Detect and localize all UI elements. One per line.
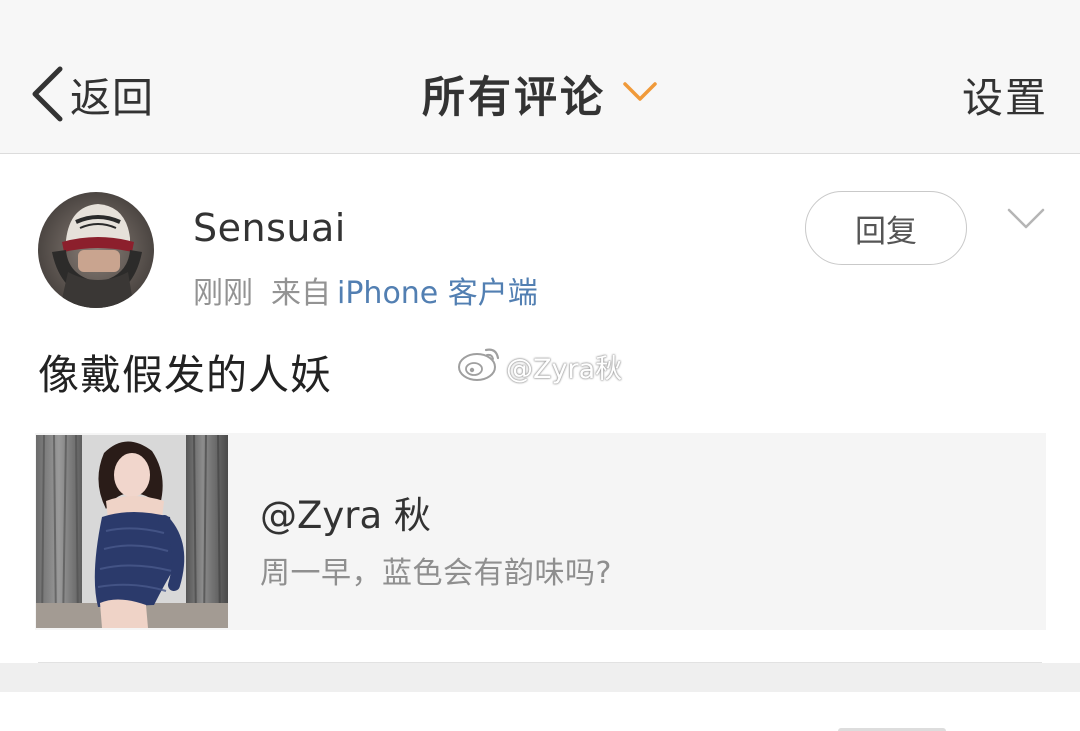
- top-navigation-bar: 返回 所有评论 设置: [0, 0, 1080, 154]
- chevron-down-icon: [622, 81, 658, 107]
- comment-meta: 刚刚 来自 iPhone 客户端: [193, 268, 538, 312]
- settings-button[interactable]: 设置: [962, 62, 1048, 126]
- chevron-down-icon: [1006, 208, 1046, 236]
- more-options-button[interactable]: [1006, 206, 1046, 232]
- section-separator: [0, 663, 1080, 692]
- avatar[interactable]: [38, 192, 154, 308]
- post-thumbnail: [36, 435, 228, 628]
- watermark: @Zyra秋: [456, 344, 622, 388]
- back-button[interactable]: 返回: [30, 62, 154, 126]
- source-client-link[interactable]: iPhone 客户端: [337, 276, 538, 311]
- quoted-post-author[interactable]: @Zyra 秋: [260, 485, 431, 539]
- source-prefix: 来自: [271, 276, 331, 311]
- reply-button[interactable]: 回复: [805, 191, 967, 265]
- chevron-left-icon: [30, 66, 64, 122]
- timestamp: 刚刚: [193, 276, 253, 311]
- weibo-logo-icon: [456, 344, 506, 389]
- quoted-post-card[interactable]: @Zyra 秋 周一早，蓝色会有韵味吗?: [35, 433, 1046, 630]
- watermark-text: @Zyra秋: [506, 353, 623, 385]
- back-label: 返回: [70, 74, 154, 122]
- username[interactable]: Sensuai: [193, 206, 346, 250]
- next-comment-item: [0, 692, 1080, 731]
- quoted-post-text: 周一早，蓝色会有韵味吗?: [260, 556, 612, 591]
- comments-filter-dropdown[interactable]: 所有评论: [422, 63, 658, 125]
- comment-text: 像戴假发的人妖: [38, 351, 332, 399]
- page-title: 所有评论: [422, 73, 606, 123]
